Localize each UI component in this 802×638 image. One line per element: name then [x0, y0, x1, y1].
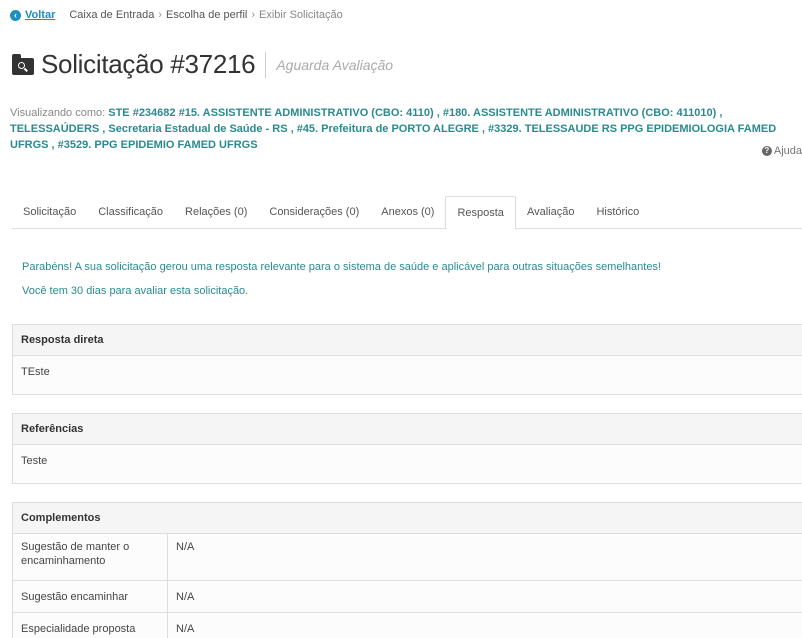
status-label: Aguarda Avaliação — [276, 56, 394, 73]
breadcrumb-separator: › — [158, 9, 163, 21]
tab-resposta[interactable]: Resposta — [445, 196, 516, 230]
question-circle-icon: ? — [761, 146, 772, 156]
folder-search-icon — [12, 54, 34, 75]
viewing-profiles: STE #234682 #15. ASSISTENTE ADMINISTRATI… — [10, 107, 777, 151]
page-header: Solicitação #37216 Aguarda Avaliação — [12, 49, 393, 80]
tab-anexos[interactable]: Anexos (0) — [370, 196, 445, 229]
complementos-panel: Complementos Sugestão de manter o encami… — [12, 502, 802, 638]
viewing-as: Visualizando como: STE #234682 #15. ASSI… — [10, 105, 800, 153]
complemento-label: Especialidade proposta — [13, 613, 168, 638]
complementos-title: Complementos — [13, 503, 802, 534]
tab-bar: Solicitação Classificação Relações (0) C… — [12, 196, 802, 230]
tab-classificacao[interactable]: Classificação — [87, 196, 174, 229]
resposta-direta-panel: Resposta direta TEste — [12, 324, 802, 395]
help-link[interactable]: ? Ajuda — [761, 145, 802, 157]
complemento-value: N/A — [168, 581, 802, 612]
breadcrumb-inbox[interactable]: Caixa de Entrada — [69, 9, 154, 21]
tab-avaliacao[interactable]: Avaliação — [516, 196, 586, 229]
breadcrumb: ‹ Voltar Caixa de Entrada › Escolha de p… — [10, 9, 343, 21]
complemento-label: Sugestão de manter o encaminhamento — [13, 534, 168, 580]
referencias-value: Teste — [13, 445, 802, 483]
back-label: Voltar — [25, 9, 56, 21]
resposta-direta-title: Resposta direta — [13, 325, 802, 356]
breadcrumb-separator: › — [251, 9, 256, 21]
tab-consideracoes[interactable]: Considerações (0) — [258, 196, 370, 229]
complemento-value: N/A — [168, 613, 802, 638]
title-divider — [265, 51, 267, 78]
page-title: Solicitação #37216 — [41, 49, 256, 79]
back-link[interactable]: ‹ Voltar — [10, 9, 55, 21]
referencias-panel: Referências Teste — [12, 413, 802, 484]
table-row: Sugestão de manter o encaminhamento N/A — [13, 534, 802, 581]
table-row: Sugestão encaminhar N/A — [13, 581, 802, 613]
complemento-label: Sugestão encaminhar — [13, 581, 168, 612]
breadcrumb-profile[interactable]: Escolha de perfil — [166, 9, 247, 21]
viewing-label: Visualizando como: — [10, 107, 106, 119]
breadcrumb-current: Exibir Solicitação — [259, 9, 343, 21]
congrats-message: Parabéns! A sua solicitação gerou uma re… — [22, 261, 661, 273]
resposta-direta-value: TEste — [13, 356, 802, 394]
table-row: Especialidade proposta N/A — [13, 613, 802, 638]
tab-relacoes[interactable]: Relações (0) — [174, 196, 258, 229]
tab-historico[interactable]: Histórico — [585, 196, 650, 229]
tab-solicitacao[interactable]: Solicitação — [12, 196, 87, 229]
complemento-value: N/A — [168, 534, 802, 580]
help-label: Ajuda — [773, 145, 802, 157]
evaluation-deadline-message: Você tem 30 dias para avaliar esta solic… — [22, 285, 249, 297]
chevron-left-circle-icon: ‹ — [10, 9, 21, 21]
referencias-title: Referências — [13, 414, 802, 445]
